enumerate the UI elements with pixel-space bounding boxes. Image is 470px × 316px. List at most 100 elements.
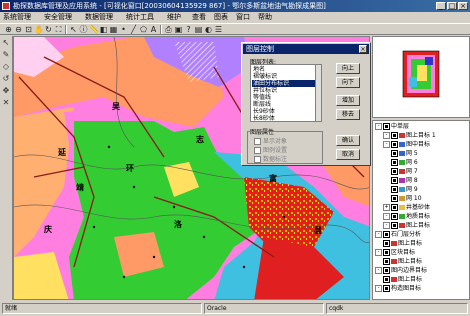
- measure-icon[interactable]: 📏: [89, 25, 99, 34]
- print-icon[interactable]: ⎙: [164, 25, 173, 34]
- menu-stats-tools[interactable]: 统计工具: [126, 12, 154, 23]
- layer-list-item[interactable]: 长8砂体: [252, 115, 317, 121]
- grid-icon[interactable]: ▦: [109, 25, 118, 34]
- info-icon[interactable]: ⓘ: [79, 25, 88, 34]
- map-place-label: 吴: [112, 102, 120, 111]
- right-panel: - 中单层 - 图上目标 1 - 图中目标 网 5 网 6 网 7 网 8 网 9 网…: [372, 36, 470, 300]
- tree-item[interactable]: 网 10: [391, 195, 422, 203]
- rotate-tool-icon[interactable]: ↺: [1, 74, 11, 84]
- toolbar-separator: [65, 25, 67, 34]
- tree-item[interactable]: - 图上目标: [383, 222, 430, 230]
- minimize-button[interactable]: _: [436, 2, 446, 10]
- show-object-checkbox[interactable]: 显示对象: [254, 136, 287, 145]
- close-button[interactable]: ×: [458, 2, 468, 10]
- map-place-label: 富: [269, 174, 277, 183]
- tree-item[interactable]: - 中单层: [375, 123, 409, 131]
- tree-item[interactable]: + 井基砂体: [383, 204, 430, 212]
- layer-tree[interactable]: - 中单层 - 图上目标 1 - 图中目标 网 5 网 6 网 7 网 8 网 9 网…: [372, 120, 470, 300]
- layer-list-item[interactable]: 等值线: [252, 94, 317, 101]
- layer-listbox[interactable]: 地名 褶皱标识 油田分布标识 井位标识 等值线 断层线 长9砂体 长8砂体: [250, 64, 322, 122]
- data-label-checkbox[interactable]: 数据标注: [254, 154, 287, 163]
- map-place-label: 县: [314, 226, 322, 235]
- tree-item[interactable]: 图上目标: [383, 276, 422, 284]
- tree-item[interactable]: 图上目标: [383, 240, 422, 248]
- toolbar: ⊕ ⊖ ⊡ ✋ ↻ ⛶ ↖ ⓘ 📏 ◧ ▦ • ╱ ⬠ A ⎙ ▣ ? ▤ ◐ …: [0, 23, 470, 35]
- tree-item[interactable]: 图上目标: [383, 258, 422, 266]
- zoom-in-icon[interactable]: ⊕: [4, 25, 13, 34]
- tree-item[interactable]: 网 7: [391, 168, 418, 176]
- menu-help[interactable]: 帮助: [258, 12, 272, 23]
- cancel-button[interactable]: 取消: [336, 149, 360, 160]
- query-icon[interactable]: ?: [184, 25, 193, 34]
- dialog-title-bar[interactable]: 图层控制 ×: [243, 44, 369, 54]
- save-icon[interactable]: ▣: [174, 25, 183, 34]
- delete-tool-icon[interactable]: ✕: [1, 98, 11, 108]
- menu-maintain[interactable]: 维护: [167, 12, 181, 23]
- chart-icon[interactable]: ▤: [194, 25, 203, 34]
- tree-item[interactable]: - 地质目标: [383, 213, 430, 221]
- status-ready: 就绪: [2, 303, 202, 314]
- line-icon[interactable]: ╱: [129, 25, 138, 34]
- tree-item[interactable]: - 图上目标 1: [383, 132, 436, 140]
- color-icon[interactable]: ◐: [204, 25, 213, 34]
- menu-security[interactable]: 安全管理: [44, 12, 72, 23]
- menu-system[interactable]: 系统管理: [3, 12, 31, 23]
- map-place-label: 志: [196, 135, 204, 144]
- node-tool-icon[interactable]: ◇: [1, 62, 11, 72]
- overview-map[interactable]: [372, 36, 470, 118]
- select-tool-icon[interactable]: ↖: [1, 38, 11, 48]
- menu-view[interactable]: 查看: [192, 12, 206, 23]
- tree-item[interactable]: - 区块目标: [375, 249, 415, 257]
- move-up-button[interactable]: 向上: [336, 63, 360, 74]
- main-window: 勘探数据库管理及应用系统 - [可视化窗口[20030604135929 867…: [0, 0, 470, 316]
- dialog-close-button[interactable]: ×: [359, 45, 367, 53]
- tree-item[interactable]: 网 9: [391, 186, 418, 194]
- full-extent-icon[interactable]: ⛶: [54, 25, 63, 34]
- zoom-out-icon[interactable]: ⊖: [14, 25, 23, 34]
- toolbar-separator: [160, 25, 162, 34]
- legend-setting-checkbox[interactable]: 图例设置: [254, 145, 287, 154]
- move-down-button[interactable]: 向下: [336, 77, 360, 88]
- status-bar: 就绪 Oracle cqdk: [0, 302, 470, 316]
- refresh-icon[interactable]: ↻: [44, 25, 53, 34]
- layer-list-item[interactable]: 井位标识: [252, 87, 317, 94]
- move-tool-icon[interactable]: ✥: [1, 86, 11, 96]
- dialog-title: 图层控制: [246, 45, 274, 53]
- map-place-label: 靖: [76, 183, 84, 192]
- maximize-button[interactable]: □: [447, 2, 457, 10]
- tree-item[interactable]: - 构造图目标: [375, 285, 421, 293]
- layer-list-item[interactable]: 长9砂体: [252, 108, 317, 115]
- tree-item[interactable]: 网 8: [391, 177, 418, 185]
- layer-list-item[interactable]: 断层线: [252, 101, 317, 108]
- left-toolbox: ↖ ✎ ◇ ↺ ✥ ✕: [0, 36, 13, 300]
- menu-chart[interactable]: 图表: [214, 12, 228, 23]
- ok-button[interactable]: 确认: [336, 135, 360, 146]
- layer-list-item-selected[interactable]: 油田分布标识: [252, 80, 317, 87]
- window-title: 勘探数据库管理及应用系统 - [可视化窗口[20030604135929 867…: [13, 2, 326, 10]
- edit-tool-icon[interactable]: ✎: [1, 50, 11, 60]
- layer-icon[interactable]: ◧: [99, 25, 108, 34]
- menu-data[interactable]: 数据管理: [85, 12, 113, 23]
- listbox-scrollbar[interactable]: [315, 65, 321, 121]
- map-place-label: 延: [58, 148, 66, 157]
- add-layer-button[interactable]: 增加: [336, 95, 360, 106]
- tree-item[interactable]: - 石门层分析: [375, 231, 421, 239]
- text-icon[interactable]: A: [149, 25, 158, 34]
- title-bar[interactable]: 勘探数据库管理及应用系统 - [可视化窗口[20030604135929 867…: [0, 0, 470, 12]
- tree-item[interactable]: 网 5: [391, 150, 418, 158]
- layer-list-item[interactable]: 褶皱标识: [252, 73, 317, 80]
- app-icon: [2, 2, 10, 10]
- pan-hand-icon[interactable]: ✋: [34, 25, 44, 34]
- zoom-window-icon[interactable]: ⊡: [24, 25, 33, 34]
- legend-icon[interactable]: ☰: [214, 25, 223, 34]
- tree-item[interactable]: - 图中目标: [383, 141, 430, 149]
- remove-layer-button[interactable]: 移去: [336, 109, 360, 120]
- select-arrow-icon[interactable]: ↖: [69, 25, 78, 34]
- tree-item[interactable]: - 图内边界目标: [375, 267, 427, 275]
- tree-item[interactable]: 网 6: [391, 159, 418, 167]
- status-database: Oracle: [204, 303, 324, 314]
- polygon-icon[interactable]: ⬠: [139, 25, 148, 34]
- menu-window[interactable]: 窗口: [236, 12, 250, 23]
- layer-list-item[interactable]: 地名: [252, 66, 317, 73]
- point-icon[interactable]: •: [119, 25, 128, 34]
